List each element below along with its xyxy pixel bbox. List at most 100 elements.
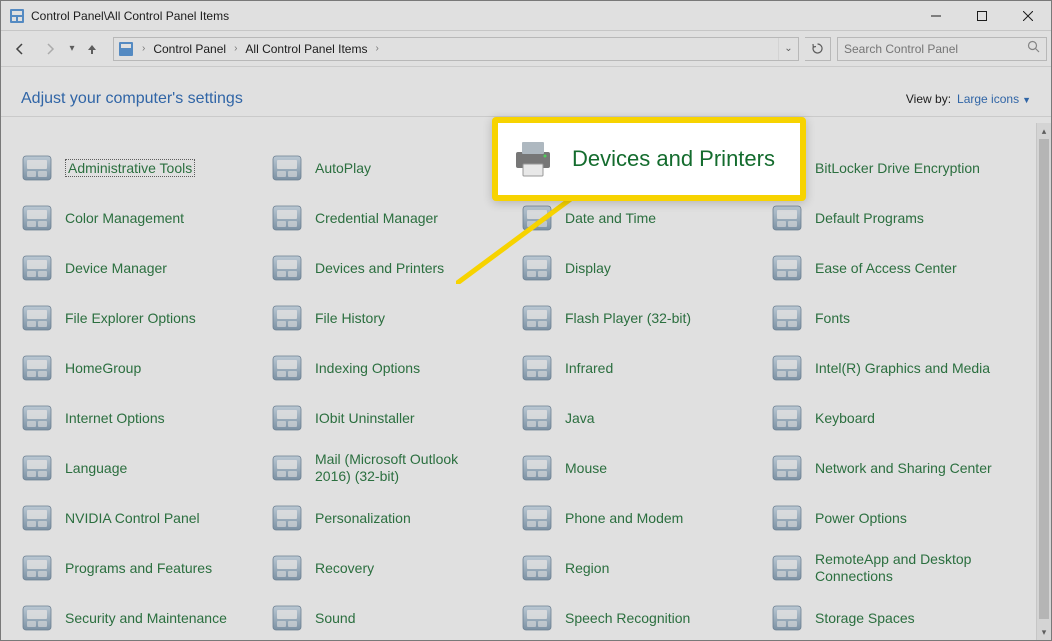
- control-panel-item[interactable]: Devices and Printers: [269, 243, 513, 293]
- control-panel-item[interactable]: Sound: [269, 593, 513, 640]
- chevron-right-icon[interactable]: ›: [230, 43, 241, 54]
- scroll-thumb[interactable]: [1039, 139, 1049, 619]
- close-button[interactable]: [1005, 1, 1051, 31]
- control-panel-item[interactable]: Power Options: [769, 493, 1013, 543]
- item-label: Power Options: [815, 510, 907, 527]
- control-panel-item[interactable]: Network and Sharing Center: [769, 443, 1013, 493]
- control-panel-item[interactable]: Default Programs: [769, 193, 1013, 243]
- forward-button[interactable]: [35, 35, 65, 63]
- control-panel-item[interactable]: Storage Spaces: [769, 593, 1013, 640]
- breadcrumb-all-items[interactable]: All Control Panel Items: [241, 42, 371, 56]
- control-panel-item[interactable]: Ease of Access Center: [769, 243, 1013, 293]
- item-icon: [19, 300, 55, 336]
- item-label: File History: [315, 310, 385, 327]
- chevron-right-icon[interactable]: ›: [138, 43, 149, 54]
- control-panel-item[interactable]: File Explorer Options: [19, 293, 263, 343]
- item-icon: [269, 400, 305, 436]
- control-panel-item[interactable]: HomeGroup: [19, 343, 263, 393]
- scroll-down-button[interactable]: ▾: [1037, 624, 1051, 640]
- control-panel-item[interactable]: Mail (Microsoft Outlook 2016) (32-bit): [269, 443, 513, 493]
- chevron-right-icon[interactable]: ›: [371, 43, 382, 54]
- control-panel-item[interactable]: Region: [519, 543, 763, 593]
- breadcrumb-control-panel[interactable]: Control Panel: [149, 42, 230, 56]
- up-button[interactable]: [79, 35, 105, 63]
- control-panel-item[interactable]: Language: [19, 443, 263, 493]
- refresh-button[interactable]: [805, 37, 831, 61]
- control-panel-icon: [118, 41, 134, 57]
- control-panel-item[interactable]: Recovery: [269, 543, 513, 593]
- control-panel-item[interactable]: File History: [269, 293, 513, 343]
- control-panel-item[interactable]: RemoteApp and Desktop Connections: [769, 543, 1013, 593]
- item-icon: [269, 250, 305, 286]
- control-panel-item[interactable]: Internet Options: [19, 393, 263, 443]
- item-icon: [19, 250, 55, 286]
- item-icon: [269, 300, 305, 336]
- control-panel-item[interactable]: Java: [519, 393, 763, 443]
- search-input[interactable]: [838, 42, 1020, 56]
- item-icon: [519, 400, 555, 436]
- control-panel-item[interactable]: Personalization: [269, 493, 513, 543]
- control-panel-item[interactable]: NVIDIA Control Panel: [19, 493, 263, 543]
- control-panel-item[interactable]: Mouse: [519, 443, 763, 493]
- item-icon: [519, 200, 555, 236]
- search-icon[interactable]: [1020, 40, 1046, 58]
- control-panel-item[interactable]: Keyboard: [769, 393, 1013, 443]
- item-icon: [519, 550, 555, 586]
- item-icon: [19, 550, 55, 586]
- control-panel-item[interactable]: Security and Maintenance: [19, 593, 263, 640]
- control-panel-item[interactable]: Administrative Tools: [19, 143, 263, 193]
- scroll-up-button[interactable]: ▴: [1037, 123, 1051, 139]
- item-icon: [269, 550, 305, 586]
- item-icon: [769, 550, 805, 586]
- search-box[interactable]: [837, 37, 1047, 61]
- item-icon: [269, 200, 305, 236]
- item-label: Keyboard: [815, 410, 875, 427]
- item-label: Infrared: [565, 360, 613, 377]
- control-panel-item[interactable]: Phone and Modem: [519, 493, 763, 543]
- maximize-button[interactable]: [959, 1, 1005, 31]
- item-icon: [19, 600, 55, 636]
- item-icon: [519, 300, 555, 336]
- item-label: File Explorer Options: [65, 310, 196, 327]
- item-label: Internet Options: [65, 410, 165, 427]
- viewby-dropdown[interactable]: Large icons▼: [957, 92, 1031, 106]
- control-panel-item[interactable]: Indexing Options: [269, 343, 513, 393]
- control-panel-item[interactable]: AutoPlay: [269, 143, 513, 193]
- vertical-scrollbar[interactable]: ▴ ▾: [1036, 123, 1051, 640]
- item-icon: [769, 450, 805, 486]
- item-icon: [19, 350, 55, 386]
- control-panel-item[interactable]: Programs and Features: [19, 543, 263, 593]
- item-label: Credential Manager: [315, 210, 438, 227]
- titlebar: Control Panel\All Control Panel Items: [1, 1, 1051, 31]
- recent-locations-button[interactable]: ▾: [65, 43, 79, 54]
- address-history-button[interactable]: ⌄: [778, 38, 798, 60]
- control-panel-item[interactable]: Speech Recognition: [519, 593, 763, 640]
- control-panel-item[interactable]: Flash Player (32-bit): [519, 293, 763, 343]
- control-panel-item[interactable]: Infrared: [519, 343, 763, 393]
- item-label: Phone and Modem: [565, 510, 683, 527]
- address-bar[interactable]: › Control Panel › All Control Panel Item…: [113, 37, 799, 61]
- control-panel-item[interactable]: Credential Manager: [269, 193, 513, 243]
- item-label: Java: [565, 410, 595, 427]
- items-grid: Administrative ToolsAutoPlayBackup and R…: [19, 143, 1035, 640]
- control-panel-item[interactable]: Intel(R) Graphics and Media: [769, 343, 1013, 393]
- item-label: Flash Player (32-bit): [565, 310, 691, 327]
- item-label: BitLocker Drive Encryption: [815, 160, 980, 177]
- item-icon: [519, 450, 555, 486]
- item-label: RemoteApp and Desktop Connections: [815, 551, 995, 585]
- item-label: Color Management: [65, 210, 184, 227]
- item-label: Ease of Access Center: [815, 260, 957, 277]
- item-label: Region: [565, 560, 609, 577]
- item-label: Display: [565, 260, 611, 277]
- control-panel-item[interactable]: Color Management: [19, 193, 263, 243]
- control-panel-item[interactable]: IObit Uninstaller: [269, 393, 513, 443]
- control-panel-item[interactable]: Fonts: [769, 293, 1013, 343]
- header: Adjust your computer's settings View by:…: [1, 67, 1051, 117]
- control-panel-item[interactable]: Device Manager: [19, 243, 263, 293]
- back-button[interactable]: [5, 35, 35, 63]
- navigation-bar: ▾ › Control Panel › All Control Panel It…: [1, 31, 1051, 67]
- minimize-button[interactable]: [913, 1, 959, 31]
- control-panel-item[interactable]: Display: [519, 243, 763, 293]
- item-icon: [519, 250, 555, 286]
- item-icon: [19, 500, 55, 536]
